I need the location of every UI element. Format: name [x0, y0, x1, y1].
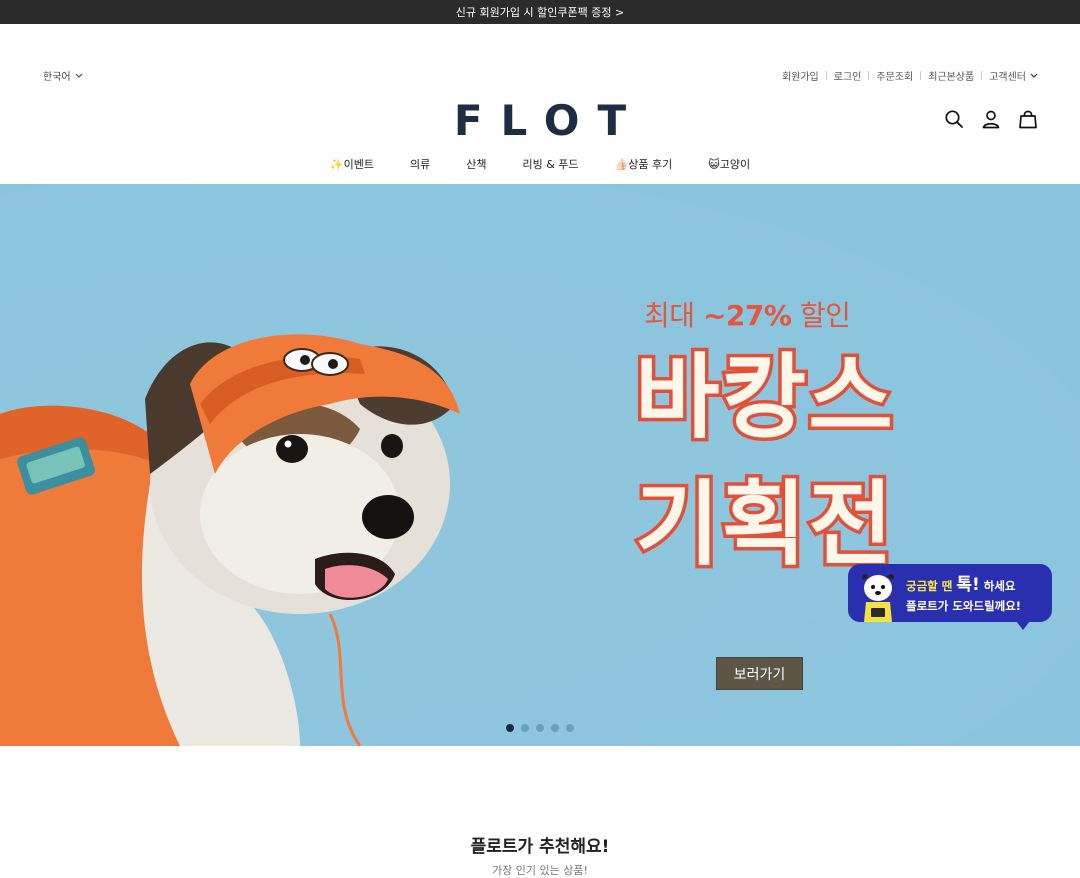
sale-suffix: 할인 — [799, 299, 851, 332]
dog-mascot-icon — [862, 574, 894, 622]
carousel-dot[interactable] — [536, 724, 544, 732]
hero-banner[interactable]: 최대 ~27% 할인 바캉스 기획전 보러가기 — [0, 184, 1080, 746]
chevron-down-icon[interactable] — [1030, 73, 1038, 79]
nav-item-event[interactable]: ✨이벤트 — [312, 156, 392, 172]
carousel-dots — [506, 724, 574, 732]
chat-line2: 플로트가 도와드릴께요! — [906, 599, 1022, 614]
language-selector[interactable]: 한국어 — [43, 68, 83, 83]
nav-item-clothing[interactable]: 의류 — [392, 156, 448, 172]
chat-line1-a: 궁금할 땐 — [906, 579, 953, 593]
user-icon[interactable] — [981, 109, 1001, 129]
divider — [825, 71, 827, 80]
carousel-dot[interactable] — [506, 724, 514, 732]
chat-bubble-tail — [1016, 621, 1030, 630]
chat-line1-c: 하세요 — [983, 579, 1016, 593]
promo-banner-text[interactable]: 신규 회원가입 시 할인쿠폰팩 증정 > — [456, 4, 624, 20]
chevron-down-icon — [75, 73, 83, 78]
login-link[interactable]: 로그인 — [834, 68, 862, 83]
hero-headline-line1: 바캉스 — [632, 344, 897, 451]
divider — [920, 71, 922, 80]
customer-center-link[interactable]: 고객센터 — [989, 68, 1026, 83]
nav-item-living-food[interactable]: 리빙 & 푸드 — [504, 156, 596, 172]
hero-cta-button[interactable]: 보러가기 — [716, 657, 803, 690]
hero-headline-line2: 기획전 — [632, 471, 897, 578]
brand-logo[interactable]: FLOT — [0, 96, 1080, 145]
language-label: 한국어 — [43, 72, 71, 83]
section-title: 플로트가 추천해요! — [470, 837, 610, 857]
divider — [868, 71, 870, 80]
chat-line1-b: 톡! — [956, 575, 980, 595]
utility-links: 회원가입 로그인 주문조회 최근본상품 고객센터 — [782, 68, 1038, 83]
dog-photo — [0, 334, 460, 746]
sale-value: ~27% — [702, 299, 792, 332]
divider — [981, 71, 983, 80]
hero-sale-text: 최대 ~27% 할인 — [644, 294, 851, 334]
order-lookup-link[interactable]: 주문조회 — [876, 68, 913, 83]
recently-viewed-link[interactable]: 최근본상품 — [928, 68, 974, 83]
header-icons — [944, 109, 1038, 129]
carousel-dot[interactable] — [566, 724, 574, 732]
nav-item-cat[interactable]: 😺고양이 — [690, 156, 768, 172]
carousel-dot[interactable] — [551, 724, 559, 732]
chat-widget[interactable]: 궁금할 땐 톡! 하세요 플로트가 도와드릴께요! — [848, 564, 1052, 630]
nav-item-walk[interactable]: 산책 — [448, 156, 504, 172]
nav-item-reviews[interactable]: 👍🏻상품 후기 — [597, 156, 691, 172]
sale-prefix: 최대 — [644, 299, 695, 332]
search-icon[interactable] — [944, 109, 964, 129]
carousel-dot[interactable] — [521, 724, 529, 732]
section-subtitle: 가장 인기 있는 상품! — [492, 864, 588, 877]
bag-icon[interactable] — [1018, 109, 1038, 129]
chat-widget-text: 궁금할 땐 톡! 하세요 플로트가 도와드릴께요! — [906, 572, 1021, 616]
promo-banner[interactable]: 신규 회원가입 시 할인쿠폰팩 증정 > — [0, 0, 1080, 24]
signup-link[interactable]: 회원가입 — [782, 68, 819, 83]
main-nav: ✨이벤트 의류 산책 리빙 & 푸드 👍🏻상품 후기 😺고양이 — [0, 156, 1080, 172]
